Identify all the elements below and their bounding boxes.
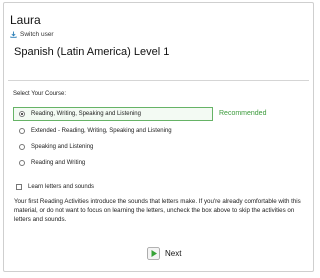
course-option-label: Extended - Reading, Writing, Speaking an…: [31, 128, 172, 134]
learn-letters-checkbox-row[interactable]: Learn letters and sounds: [16, 184, 94, 190]
learn-letters-label: Learn letters and sounds: [28, 184, 95, 190]
course-option-reading-writing-speaking-listening[interactable]: Reading, Writing, Speaking and Listening: [13, 107, 213, 121]
section-divider: [8, 80, 309, 81]
radio-button[interactable]: [19, 144, 25, 150]
switch-user-label: Switch user: [20, 31, 54, 38]
course-option-label: Reading, Writing, Speaking and Listening: [31, 111, 141, 117]
select-course-label: Select Your Course:: [13, 91, 67, 97]
letters-description: Your first Reading Activities introduce …: [14, 198, 301, 223]
switch-user-link[interactable]: Switch user: [10, 31, 54, 38]
user-name: Laura: [10, 13, 41, 27]
course-option-reading-writing[interactable]: Reading and Writing: [13, 156, 85, 170]
course-option-speaking-listening[interactable]: Speaking and Listening: [13, 140, 93, 154]
switch-user-icon: [10, 31, 17, 38]
play-next-icon: [147, 247, 160, 260]
course-option-label: Reading and Writing: [31, 160, 86, 166]
radio-button[interactable]: [19, 160, 25, 166]
course-option-label: Speaking and Listening: [31, 144, 94, 150]
radio-button[interactable]: [19, 128, 25, 134]
course-option-extended[interactable]: Extended - Reading, Writing, Speaking an…: [13, 124, 172, 138]
recommended-badge: Recommended: [219, 110, 267, 117]
next-label: Next: [165, 249, 182, 258]
course-selection-panel: Laura Switch user Spanish (Latin America…: [3, 2, 314, 272]
next-button[interactable]: Next: [147, 247, 181, 260]
radio-button-selected[interactable]: [19, 111, 25, 117]
learn-letters-checkbox[interactable]: [16, 184, 22, 190]
course-title: Spanish (Latin America) Level 1: [14, 46, 170, 58]
